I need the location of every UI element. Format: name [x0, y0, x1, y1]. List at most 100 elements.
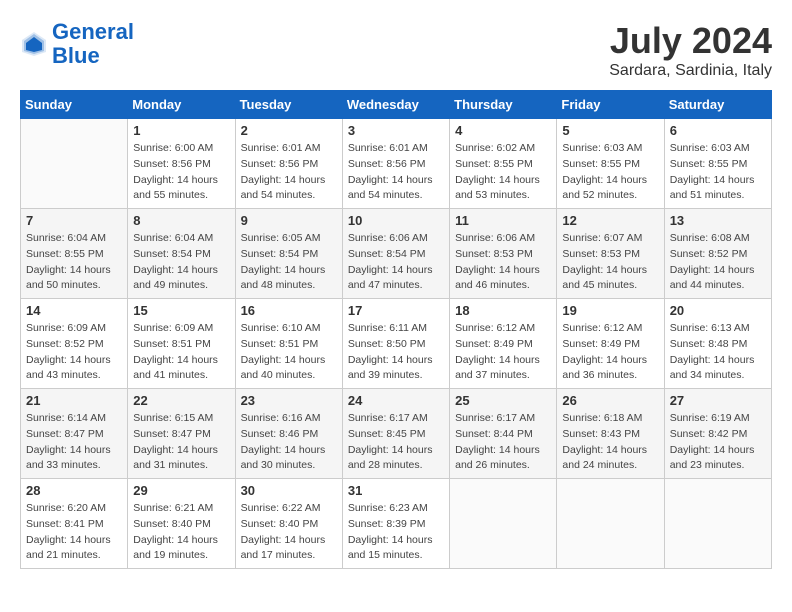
- logo-line2: Blue: [52, 43, 100, 68]
- day-info: Sunrise: 6:01 AMSunset: 8:56 PMDaylight:…: [241, 141, 337, 204]
- title-block: July 2024 Sardara, Sardinia, Italy: [609, 20, 772, 80]
- day-number: 25: [455, 393, 551, 408]
- calendar-week-5: 28 Sunrise: 6:20 AMSunset: 8:41 PMDayligh…: [21, 479, 772, 569]
- day-info: Sunrise: 6:00 AMSunset: 8:56 PMDaylight:…: [133, 141, 229, 204]
- day-info: Sunrise: 6:17 AMSunset: 8:44 PMDaylight:…: [455, 411, 551, 474]
- calendar-cell: 17 Sunrise: 6:11 AMSunset: 8:50 PMDayligh…: [342, 299, 449, 389]
- day-info: Sunrise: 6:20 AMSunset: 8:41 PMDaylight:…: [26, 501, 122, 564]
- calendar-cell: 19 Sunrise: 6:12 AMSunset: 8:49 PMDayligh…: [557, 299, 664, 389]
- day-info: Sunrise: 6:01 AMSunset: 8:56 PMDaylight:…: [348, 141, 444, 204]
- calendar-cell: [450, 479, 557, 569]
- calendar-cell: [664, 479, 771, 569]
- day-number: 21: [26, 393, 122, 408]
- calendar-cell: 26 Sunrise: 6:18 AMSunset: 8:43 PMDayligh…: [557, 389, 664, 479]
- calendar-cell: 31Sunrise: 6:23 AMSunset: 8:39 PMDayligh…: [342, 479, 449, 569]
- calendar-cell: [557, 479, 664, 569]
- day-number: 3: [348, 123, 444, 138]
- day-info: Sunrise: 6:09 AMSunset: 8:52 PMDaylight:…: [26, 321, 122, 384]
- calendar-cell: 9 Sunrise: 6:05 AMSunset: 8:54 PMDaylight…: [235, 209, 342, 299]
- day-number: 16: [241, 303, 337, 318]
- calendar-cell: 24 Sunrise: 6:17 AMSunset: 8:45 PMDayligh…: [342, 389, 449, 479]
- day-number: 24: [348, 393, 444, 408]
- day-number: 12: [562, 213, 658, 228]
- calendar-cell: 16 Sunrise: 6:10 AMSunset: 8:51 PMDayligh…: [235, 299, 342, 389]
- calendar-cell: 8Sunrise: 6:04 AMSunset: 8:54 PMDaylight…: [128, 209, 235, 299]
- calendar-cell: 7 Sunrise: 6:04 AMSunset: 8:55 PMDaylight…: [21, 209, 128, 299]
- calendar-week-2: 7 Sunrise: 6:04 AMSunset: 8:55 PMDaylight…: [21, 209, 772, 299]
- day-number: 1: [133, 123, 229, 138]
- day-number: 17: [348, 303, 444, 318]
- day-number: 15: [133, 303, 229, 318]
- day-info: Sunrise: 6:11 AMSunset: 8:50 PMDaylight:…: [348, 321, 444, 384]
- calendar-cell: 22 Sunrise: 6:15 AMSunset: 8:47 PMDayligh…: [128, 389, 235, 479]
- day-number: 11: [455, 213, 551, 228]
- calendar-cell: 28 Sunrise: 6:20 AMSunset: 8:41 PMDayligh…: [21, 479, 128, 569]
- day-number: 29: [133, 483, 229, 498]
- col-header-sunday: Sunday: [21, 91, 128, 119]
- month-title: July 2024: [609, 20, 772, 62]
- day-info: Sunrise: 6:12 AMSunset: 8:49 PMDaylight:…: [562, 321, 658, 384]
- day-info: Sunrise: 6:14 AMSunset: 8:47 PMDaylight:…: [26, 411, 122, 474]
- day-info: Sunrise: 6:06 AMSunset: 8:53 PMDaylight:…: [455, 231, 551, 294]
- calendar-cell: 3 Sunrise: 6:01 AMSunset: 8:56 PMDaylight…: [342, 119, 449, 209]
- day-info: Sunrise: 6:04 AMSunset: 8:55 PMDaylight:…: [26, 231, 122, 294]
- day-number: 10: [348, 213, 444, 228]
- calendar-table: SundayMondayTuesdayWednesdayThursdayFrid…: [20, 90, 772, 569]
- day-info: Sunrise: 6:12 AMSunset: 8:49 PMDaylight:…: [455, 321, 551, 384]
- calendar-cell: 14Sunrise: 6:09 AMSunset: 8:52 PMDayligh…: [21, 299, 128, 389]
- day-number: 8: [133, 213, 229, 228]
- day-info: Sunrise: 6:17 AMSunset: 8:45 PMDaylight:…: [348, 411, 444, 474]
- logo-text: General Blue: [52, 20, 134, 68]
- logo-line1: General: [52, 19, 134, 44]
- day-number: 23: [241, 393, 337, 408]
- calendar-cell: 6Sunrise: 6:03 AMSunset: 8:55 PMDaylight…: [664, 119, 771, 209]
- col-header-saturday: Saturday: [664, 91, 771, 119]
- day-number: 22: [133, 393, 229, 408]
- col-header-thursday: Thursday: [450, 91, 557, 119]
- day-info: Sunrise: 6:22 AMSunset: 8:40 PMDaylight:…: [241, 501, 337, 564]
- calendar-cell: 21 Sunrise: 6:14 AMSunset: 8:47 PMDayligh…: [21, 389, 128, 479]
- day-number: 9: [241, 213, 337, 228]
- calendar-cell: 23Sunrise: 6:16 AMSunset: 8:46 PMDayligh…: [235, 389, 342, 479]
- col-header-wednesday: Wednesday: [342, 91, 449, 119]
- calendar-cell: 10 Sunrise: 6:06 AMSunset: 8:54 PMDayligh…: [342, 209, 449, 299]
- day-number: 18: [455, 303, 551, 318]
- col-header-monday: Monday: [128, 91, 235, 119]
- day-info: Sunrise: 6:21 AMSunset: 8:40 PMDaylight:…: [133, 501, 229, 564]
- day-number: 7: [26, 213, 122, 228]
- day-info: Sunrise: 6:08 AMSunset: 8:52 PMDaylight:…: [670, 231, 766, 294]
- day-number: 31: [348, 483, 444, 498]
- day-number: 26: [562, 393, 658, 408]
- day-info: Sunrise: 6:05 AMSunset: 8:54 PMDaylight:…: [241, 231, 337, 294]
- day-number: 4: [455, 123, 551, 138]
- day-info: Sunrise: 6:15 AMSunset: 8:47 PMDaylight:…: [133, 411, 229, 474]
- calendar-week-3: 14Sunrise: 6:09 AMSunset: 8:52 PMDayligh…: [21, 299, 772, 389]
- day-info: Sunrise: 6:06 AMSunset: 8:54 PMDaylight:…: [348, 231, 444, 294]
- calendar-week-1: 1 Sunrise: 6:00 AMSunset: 8:56 PMDaylight…: [21, 119, 772, 209]
- calendar-cell: 5 Sunrise: 6:03 AMSunset: 8:55 PMDaylight…: [557, 119, 664, 209]
- day-number: 28: [26, 483, 122, 498]
- col-header-friday: Friday: [557, 91, 664, 119]
- day-info: Sunrise: 6:18 AMSunset: 8:43 PMDaylight:…: [562, 411, 658, 474]
- day-info: Sunrise: 6:07 AMSunset: 8:53 PMDaylight:…: [562, 231, 658, 294]
- day-info: Sunrise: 6:03 AMSunset: 8:55 PMDaylight:…: [562, 141, 658, 204]
- day-number: 30: [241, 483, 337, 498]
- calendar-cell: 25 Sunrise: 6:17 AMSunset: 8:44 PMDayligh…: [450, 389, 557, 479]
- calendar-cell: 18 Sunrise: 6:12 AMSunset: 8:49 PMDayligh…: [450, 299, 557, 389]
- day-number: 13: [670, 213, 766, 228]
- calendar-cell: 20Sunrise: 6:13 AMSunset: 8:48 PMDayligh…: [664, 299, 771, 389]
- day-info: Sunrise: 6:09 AMSunset: 8:51 PMDaylight:…: [133, 321, 229, 384]
- calendar-cell: 13 Sunrise: 6:08 AMSunset: 8:52 PMDayligh…: [664, 209, 771, 299]
- page-header: General Blue July 2024 Sardara, Sardinia…: [20, 20, 772, 80]
- calendar-cell: 4Sunrise: 6:02 AMSunset: 8:55 PMDaylight…: [450, 119, 557, 209]
- day-number: 19: [562, 303, 658, 318]
- day-number: 5: [562, 123, 658, 138]
- calendar-cell: 1 Sunrise: 6:00 AMSunset: 8:56 PMDaylight…: [128, 119, 235, 209]
- day-info: Sunrise: 6:10 AMSunset: 8:51 PMDaylight:…: [241, 321, 337, 384]
- calendar-cell: 12 Sunrise: 6:07 AMSunset: 8:53 PMDayligh…: [557, 209, 664, 299]
- calendar-cell: 2Sunrise: 6:01 AMSunset: 8:56 PMDaylight…: [235, 119, 342, 209]
- day-info: Sunrise: 6:19 AMSunset: 8:42 PMDaylight:…: [670, 411, 766, 474]
- day-number: 6: [670, 123, 766, 138]
- calendar-cell: 11 Sunrise: 6:06 AMSunset: 8:53 PMDayligh…: [450, 209, 557, 299]
- day-number: 27: [670, 393, 766, 408]
